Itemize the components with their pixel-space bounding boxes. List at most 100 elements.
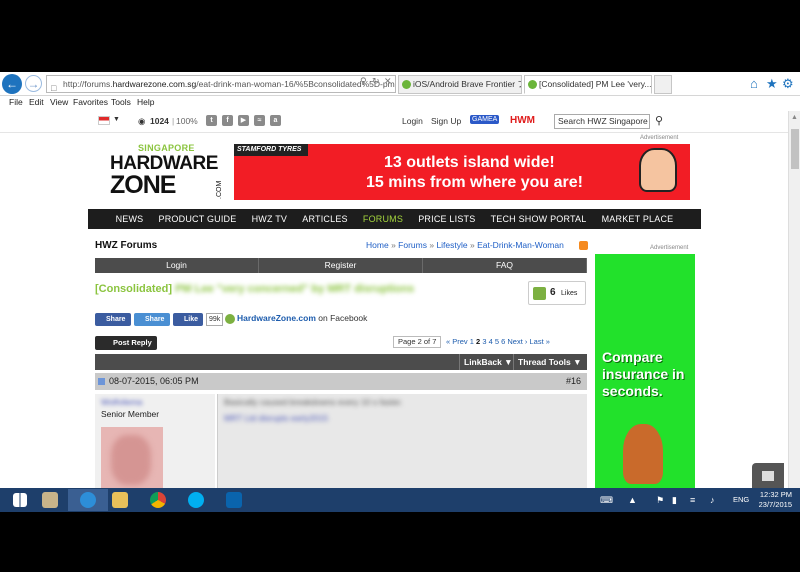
tab-consolidated[interactable]: [Consolidated] PM Lee 'very... bbox=[524, 75, 652, 94]
forum-register-link[interactable]: Register bbox=[259, 258, 423, 273]
nav-market-place[interactable]: MARKET PLACE bbox=[602, 214, 674, 224]
likes-count: 6 bbox=[550, 287, 556, 298]
thread-tools-bar: LinkBack ▼ Thread Tools ▼ bbox=[95, 354, 587, 370]
nav-tech-show-portal[interactable]: TECH SHOW PORTAL bbox=[491, 214, 587, 224]
refresh-icon[interactable]: ↻ bbox=[372, 76, 380, 87]
last-page-link[interactable]: Last » bbox=[529, 337, 549, 346]
magnifier-icon[interactable]: ⚲ bbox=[655, 114, 663, 127]
menu-favorites[interactable]: Favorites bbox=[73, 97, 108, 107]
close-icon[interactable]: ✕ bbox=[384, 76, 392, 87]
page-link-5[interactable]: 5 bbox=[495, 337, 499, 346]
folder-icon bbox=[112, 492, 128, 508]
flag-icon[interactable]: ⚑ bbox=[656, 495, 664, 506]
forum-login-link[interactable]: Login bbox=[95, 258, 259, 273]
vertical-scrollbar[interactable]: ▲ bbox=[788, 111, 800, 512]
scroll-up-icon[interactable]: ▲ bbox=[791, 114, 798, 121]
likes-button[interactable]: 6 Likes bbox=[528, 281, 586, 305]
menu-view[interactable]: View bbox=[50, 97, 68, 107]
youtube-icon[interactable]: ▶ bbox=[238, 115, 249, 126]
address-bar[interactable]: □ http://forums.hardwarezone.com.sg/eat-… bbox=[46, 75, 396, 93]
view-count: 1024 bbox=[150, 116, 169, 126]
facebook-like-button[interactable]: Like bbox=[173, 313, 203, 326]
menu-bar: File Edit View Favorites Tools Help bbox=[0, 96, 800, 110]
hardwarezone-logo[interactable]: SINGAPORE HARDWARE ZONE .COM bbox=[110, 141, 230, 201]
tab-brave-frontier[interactable]: iOS/Android Brave Frontier ブ... bbox=[398, 75, 522, 94]
breadcrumb: Home » Forums » Lifestyle » Eat-Drink-Ma… bbox=[366, 240, 564, 250]
breadcrumb-forums[interactable]: Forums bbox=[398, 240, 427, 250]
prev-page-link[interactable]: « Prev bbox=[446, 337, 468, 346]
linkback-menu[interactable]: LinkBack ▼ bbox=[459, 354, 517, 370]
nav-product-guide[interactable]: PRODUCT GUIDE bbox=[159, 214, 237, 224]
stamford-tyres-banner[interactable]: STAMFORD TYRES 13 outlets island wide! 1… bbox=[234, 144, 690, 200]
page-link-6[interactable]: 6 bbox=[501, 337, 505, 346]
taskbar-library[interactable] bbox=[30, 489, 70, 511]
battery-icon[interactable]: ▮ bbox=[672, 495, 677, 506]
nav-articles[interactable]: ARTICLES bbox=[302, 214, 347, 224]
hwz-facebook-link[interactable]: HardwareZone.com on Facebook bbox=[225, 313, 367, 324]
feedback-flag-button[interactable] bbox=[752, 463, 784, 491]
likes-label: Likes bbox=[561, 290, 578, 297]
site-search-input[interactable]: Search HWZ Singapore bbox=[554, 114, 650, 129]
breadcrumb-lifestyle[interactable]: Lifestyle bbox=[436, 240, 467, 250]
forward-button[interactable]: → bbox=[25, 75, 42, 92]
keyboard-icon[interactable]: ⌨ bbox=[600, 495, 613, 506]
page-link-1[interactable]: 1 bbox=[470, 337, 474, 346]
twitter-icon[interactable]: t bbox=[206, 115, 217, 126]
language-indicator[interactable]: ENG bbox=[733, 495, 749, 504]
volume-icon[interactable]: ♪ bbox=[710, 495, 715, 505]
hwm-logo[interactable]: HWM bbox=[510, 115, 535, 126]
post-text-link[interactable]: MRT Ltd disrupts early2015 bbox=[224, 413, 328, 423]
android-icon[interactable]: a bbox=[270, 115, 281, 126]
signup-link[interactable]: Sign Up bbox=[431, 116, 461, 126]
back-button[interactable]: ← bbox=[2, 74, 22, 94]
page-link-3[interactable]: 3 bbox=[482, 337, 486, 346]
thread-tools-menu[interactable]: Thread Tools ▼ bbox=[513, 354, 586, 370]
insurance-side-ad[interactable]: Compare insurance in seconds. bbox=[595, 254, 695, 512]
menu-tools[interactable]: Tools bbox=[111, 97, 131, 107]
thumbs-up-icon bbox=[533, 287, 546, 300]
taskbar-file-explorer[interactable] bbox=[100, 489, 140, 511]
next-page-link[interactable]: Next › bbox=[507, 337, 527, 346]
post-username[interactable]: Wolfvilema bbox=[101, 397, 142, 407]
fb-share-label: Share bbox=[106, 316, 126, 323]
forum-faq-link[interactable]: FAQ bbox=[423, 258, 587, 273]
home-icon[interactable]: ⌂ bbox=[750, 76, 758, 91]
post-reply-button[interactable]: Post Reply bbox=[95, 336, 157, 350]
scroll-thumb[interactable] bbox=[791, 129, 799, 169]
clock[interactable]: 12:32 PM 23/7/2015 bbox=[759, 490, 792, 510]
chevron-down-icon[interactable]: ▼ bbox=[113, 116, 120, 123]
taskbar-chrome[interactable] bbox=[138, 489, 178, 511]
taskbar-outlook[interactable] bbox=[214, 489, 254, 511]
thread-tools-label: Thread Tools bbox=[518, 357, 571, 367]
tray-expand-icon[interactable]: ▲ bbox=[628, 495, 637, 505]
gamea-logo[interactable]: GAMEA bbox=[470, 115, 500, 124]
nav-forums[interactable]: FORUMS bbox=[363, 214, 403, 224]
menu-file[interactable]: File bbox=[9, 97, 23, 107]
nav-news[interactable]: NEWS bbox=[116, 214, 144, 224]
facebook-icon[interactable]: f bbox=[222, 115, 233, 126]
network-icon[interactable]: ≡ bbox=[690, 495, 695, 505]
post-number[interactable]: #16 bbox=[566, 376, 581, 386]
new-tab-button[interactable] bbox=[654, 75, 672, 94]
menu-edit[interactable]: Edit bbox=[29, 97, 44, 107]
singapore-flag-icon[interactable] bbox=[98, 116, 110, 125]
menu-help[interactable]: Help bbox=[137, 97, 154, 107]
logo-dotcom: .COM bbox=[216, 180, 223, 199]
facebook-share-button[interactable]: Share bbox=[95, 313, 131, 326]
gear-icon[interactable]: ⚙ bbox=[782, 76, 794, 92]
twitter-share-button[interactable]: Share bbox=[134, 313, 170, 326]
breadcrumb-eat-drink-man-woman[interactable]: Eat-Drink-Man-Woman bbox=[477, 240, 564, 250]
login-link[interactable]: Login bbox=[402, 116, 423, 126]
nav-hwz-tv[interactable]: HWZ TV bbox=[252, 214, 288, 224]
taskbar-skype[interactable] bbox=[176, 489, 216, 511]
rss-icon[interactable]: ≈ bbox=[254, 115, 265, 126]
top-letterbox bbox=[0, 0, 800, 72]
breadcrumb-home[interactable]: Home bbox=[366, 240, 389, 250]
rss-feed-icon[interactable] bbox=[579, 241, 588, 250]
page-link-4[interactable]: 4 bbox=[489, 337, 493, 346]
mascot-icon bbox=[639, 148, 677, 192]
search-icon[interactable]: ⚲ bbox=[360, 76, 367, 87]
nav-price-lists[interactable]: PRICE LISTS bbox=[418, 214, 475, 224]
post-icon bbox=[98, 378, 105, 385]
favorites-star-icon[interactable]: ★ bbox=[766, 76, 778, 92]
